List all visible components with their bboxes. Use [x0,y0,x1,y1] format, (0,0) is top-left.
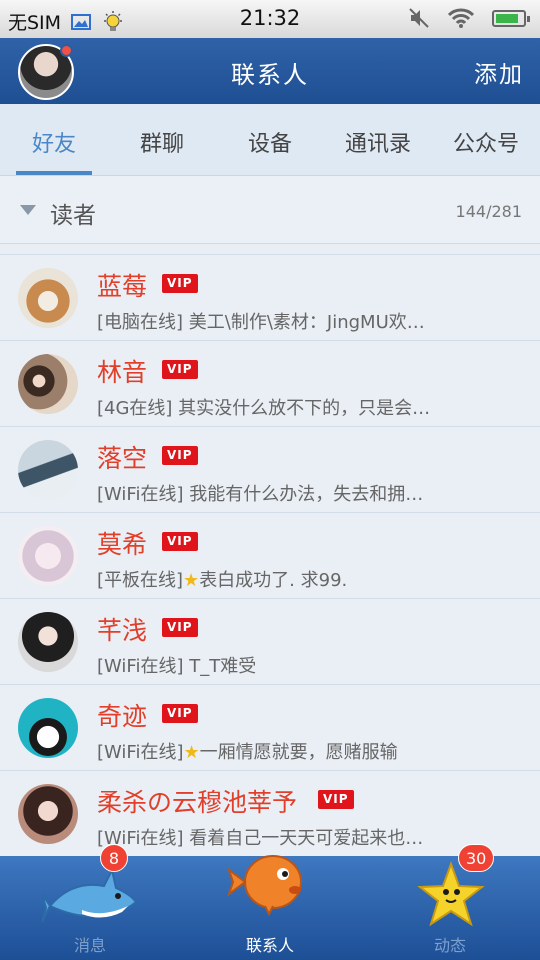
contact-name: 芊浅 [97,616,148,645]
nav-moments-label: 动态 [433,936,466,955]
contact-status: [电脑在线] 美工\制作\素材：JingMU欢… [97,312,425,333]
nav-messages[interactable]: 8 消息 [20,844,160,960]
contact-row[interactable]: 林音 VIP [4G在线] 其实没什么放不下的，只是会… [0,340,540,426]
contact-row[interactable]: 芊浅 VIP [WiFi在线] T_T难受 [0,598,540,684]
avatar [18,440,78,500]
nav-moments[interactable]: 30 动态 [380,844,520,960]
contact-row[interactable]: 柔杀の云穆池莘予 VIP [WiFi在线] 看着自己一天天可爱起来也… [0,770,540,856]
add-button[interactable]: 添加 [474,55,524,89]
contact-name: 林音 [97,358,148,387]
group-header-readers[interactable]: 读者 144/281 [0,176,540,244]
pufferfish-icon [227,855,302,916]
wifi-icon [448,8,474,28]
battery-icon [492,9,530,27]
avatar [18,526,78,586]
contact-status: [WiFi在线]★一厢情愿就要，愿赌服输 [97,738,477,764]
nav-contacts-label: 联系人 [245,936,294,955]
contact-status: [WiFi在线] 我能有什么办法，失去和拥… [97,484,424,505]
contact-status: [WiFi在线] T_T难受 [97,656,257,677]
avatar [18,784,78,844]
vip-badge: VIP [162,446,198,465]
star-icon: ★ [183,570,200,591]
vip-badge: VIP [318,790,354,809]
status-text: 一厢情愿就要，愿赌服输 [199,742,398,763]
vip-badge: VIP [162,532,198,551]
header: 联系人 添加 [0,38,540,104]
nav-contacts[interactable]: 联系人 [200,855,340,960]
contact-row[interactable]: 奇迹 VIP [WiFi在线]★一厢情愿就要，愿赌服输 [0,684,540,770]
contact-status: [4G在线] 其实没什么放不下的，只是会… [97,398,431,419]
contact-name: 蓝莓 [97,272,148,301]
avatar [18,698,78,758]
vip-badge: VIP [162,618,198,637]
vip-badge: VIP [162,360,198,379]
group-online-count: 144/281 [455,202,522,221]
contact-name: 柔杀の云穆池莘予 [97,788,298,817]
contact-name: 落空 [97,444,148,473]
contact-status: [平板在线]★表白成功了. 求99. [97,566,477,592]
tab-address-book[interactable]: 通讯录 [324,104,432,175]
contact-name: 莫希 [97,530,148,559]
star-icon: ★ [183,742,200,763]
tab-groups[interactable]: 群聊 [108,104,216,175]
vip-badge: VIP [162,274,198,293]
status-device: [平板在线] [97,570,184,591]
status-text: 表白成功了. 求99. [199,570,348,591]
contact-list: 蓝莓 VIP [电脑在线] 美工\制作\素材：JingMU欢… 林音 VIP [… [0,254,540,856]
tab-devices[interactable]: 设备 [216,104,324,175]
mute-icon [409,8,429,28]
avatar [18,268,78,328]
caret-down-icon [20,205,36,215]
tab-bar: 好友 群聊 设备 通讯录 公众号 [0,104,540,176]
bottom-nav: 8 消息 联系人 30 动态 [0,844,540,960]
messages-badge: 8 [100,844,128,872]
tab-official-accounts[interactable]: 公众号 [432,104,540,175]
moments-badge: 30 [458,844,495,872]
avatar [18,354,78,414]
page-title: 联系人 [231,61,309,89]
contact-row[interactable]: 莫希 VIP [平板在线]★表白成功了. 求99. [0,512,540,598]
avatar [18,612,78,672]
vip-badge: VIP [162,704,198,723]
status-bar: 无SIM 21:32 [0,0,540,38]
tab-friends[interactable]: 好友 [0,104,108,175]
contact-name: 奇迹 [97,702,148,731]
status-device: [WiFi在线] [97,742,184,763]
contact-row[interactable]: 落空 VIP [WiFi在线] 我能有什么办法，失去和拥… [0,426,540,512]
contact-row[interactable]: 蓝莓 VIP [电脑在线] 美工\制作\素材：JingMU欢… [0,254,540,340]
nav-messages-label: 消息 [73,936,106,955]
shark-icon [42,867,138,923]
group-name: 读者 [50,203,96,229]
